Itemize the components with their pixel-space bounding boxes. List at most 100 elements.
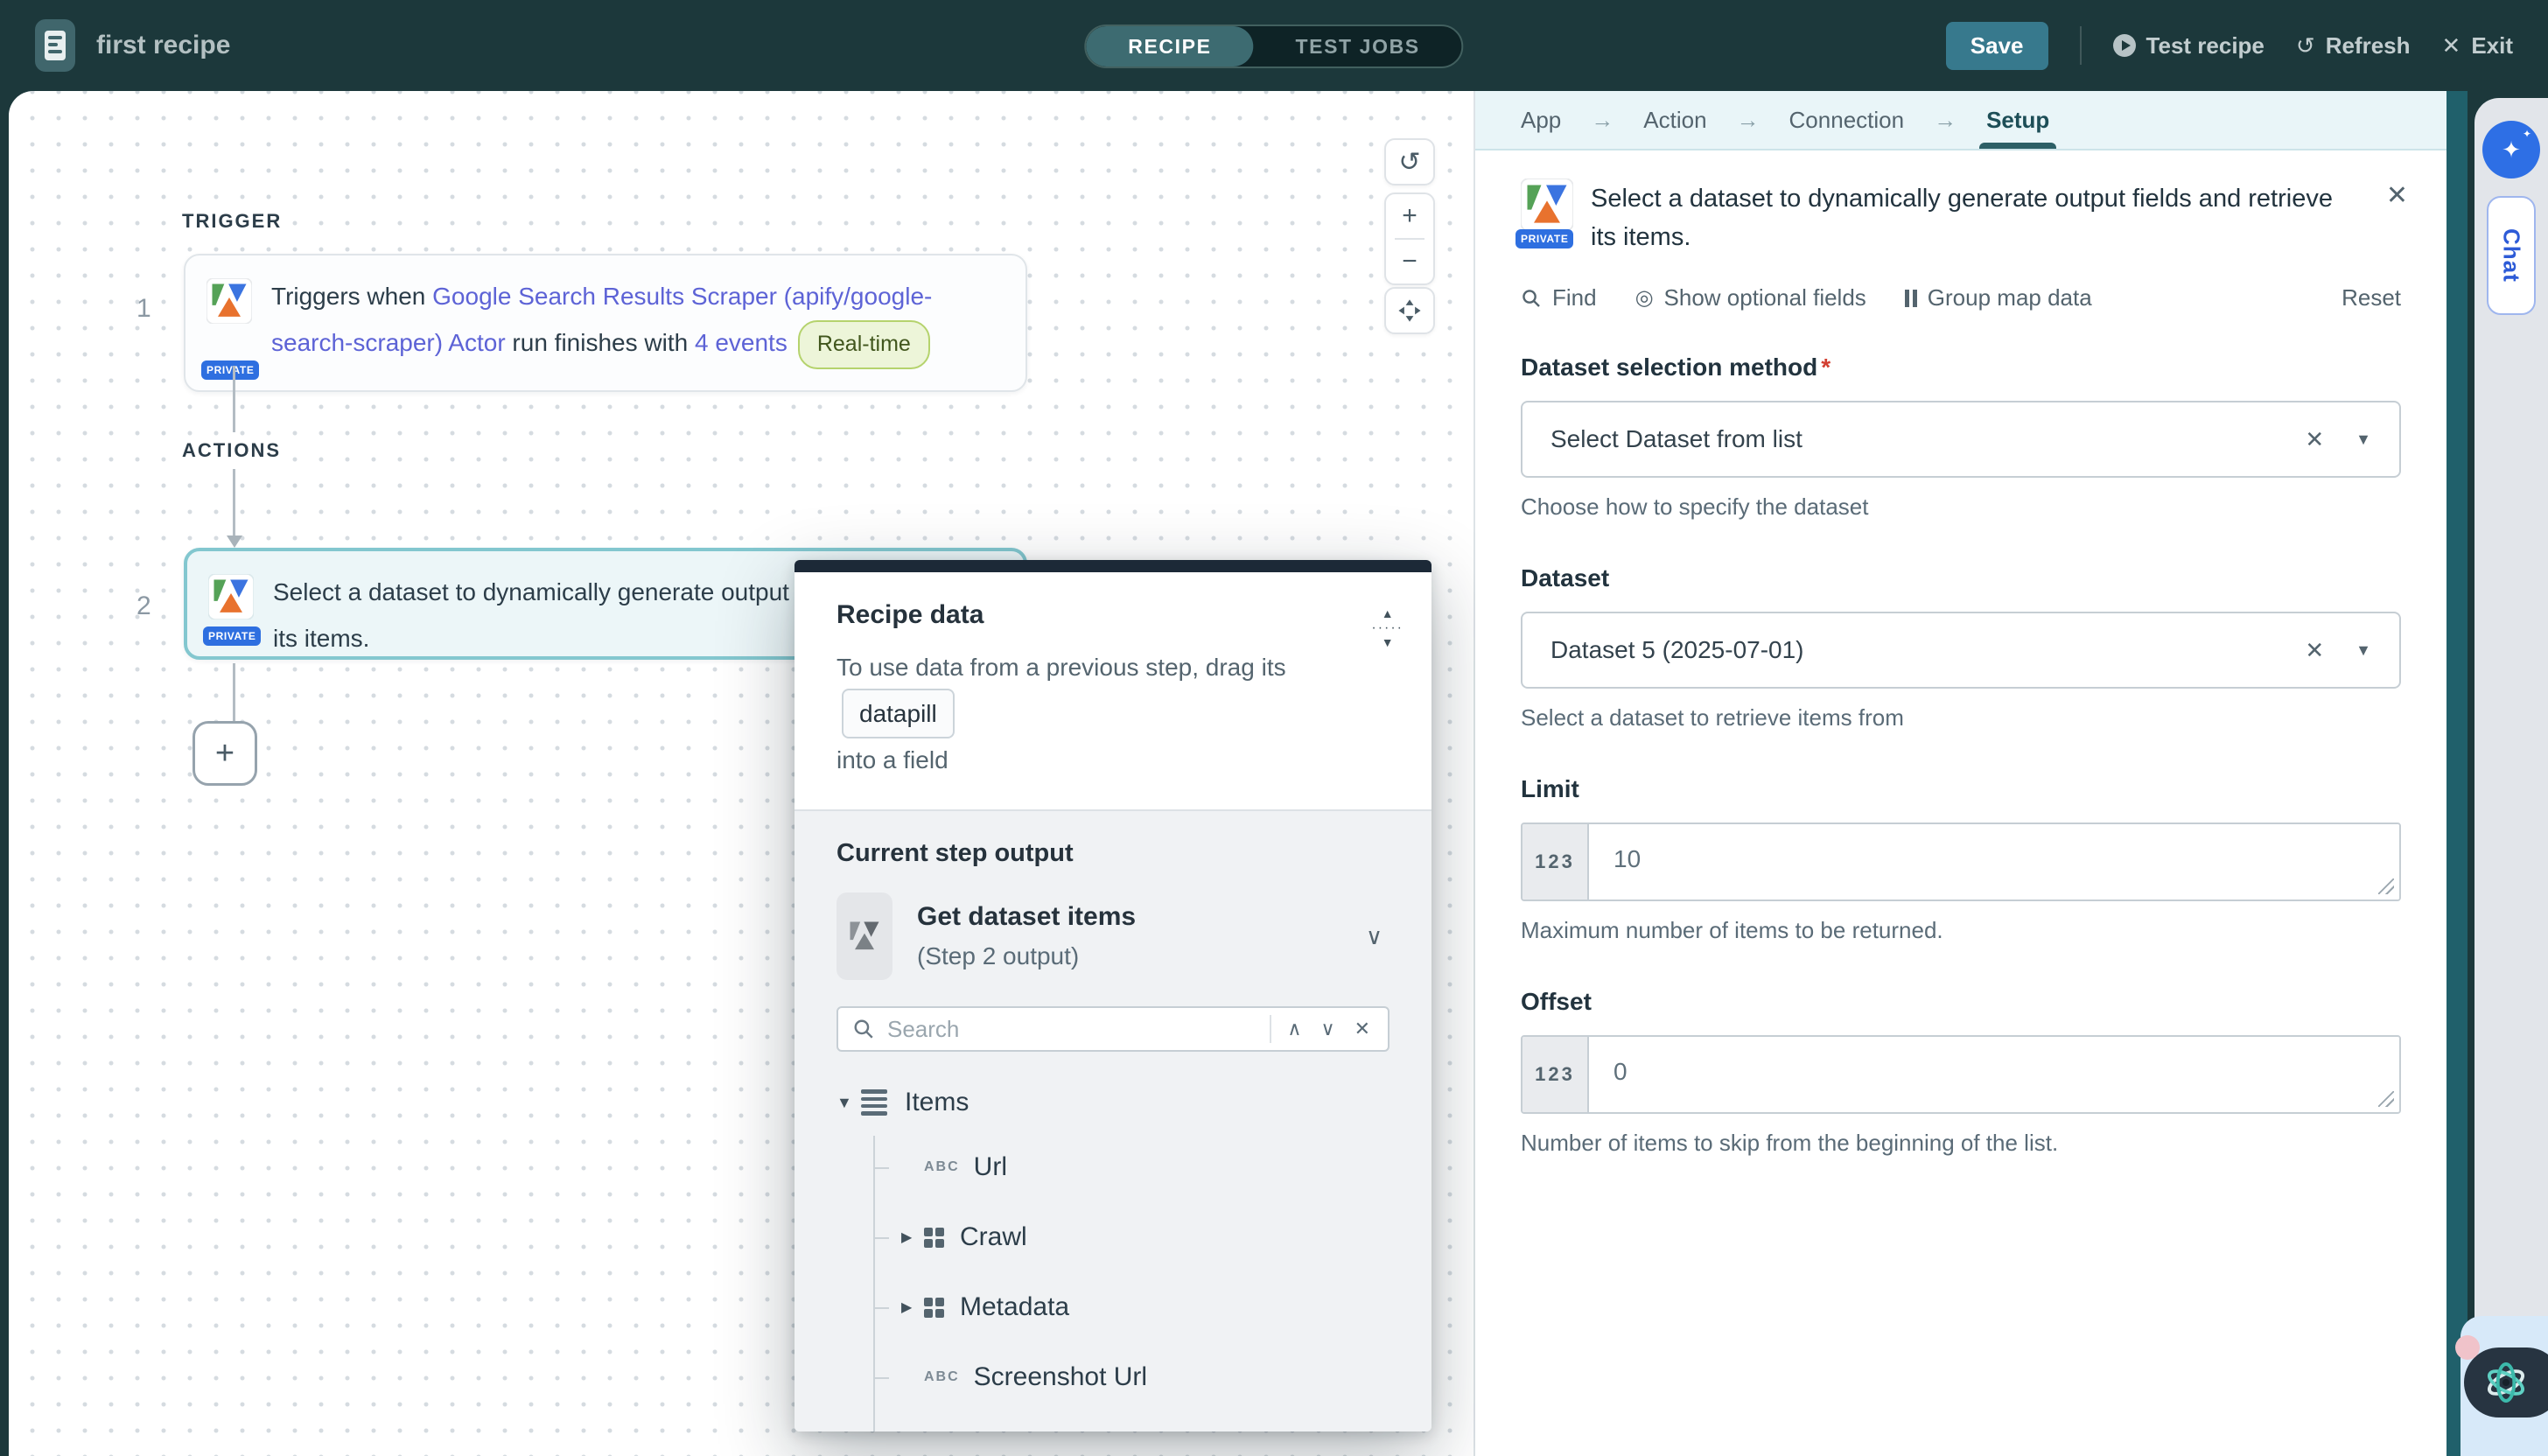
step-output-texts: Get dataset items (Step 2 output)	[917, 902, 1366, 970]
datapill-chip: datapill	[842, 689, 955, 738]
breadcrumb-action[interactable]: Action	[1643, 91, 1706, 149]
exit-button[interactable]: ✕ Exit	[2442, 32, 2513, 60]
field-help: Select a dataset to retrieve items from	[1521, 704, 2401, 732]
select-value: Select Dataset from list	[1550, 425, 2305, 453]
reset-button[interactable]: Reset	[2342, 284, 2401, 312]
atom-icon	[2480, 1356, 2532, 1409]
app-root: first recipe RECIPE TEST JOBS Save Test …	[0, 0, 2548, 1456]
ai-assistant-button[interactable]: ✦ ✦	[2482, 121, 2540, 178]
find-button[interactable]: Find	[1521, 284, 1597, 312]
breadcrumb-setup[interactable]: Setup	[1986, 91, 2049, 149]
offset-input-group: 123 0	[1521, 1035, 2401, 1114]
plus-icon: +	[215, 735, 234, 773]
connector-line	[233, 663, 235, 721]
dataset-selection-method-select[interactable]: Select Dataset from list ✕ ▼	[1521, 401, 2401, 478]
topbar-divider	[2080, 26, 2082, 65]
dropdown-caret-icon[interactable]: ▼	[2356, 641, 2371, 660]
step-output-row[interactable]: Get dataset items (Step 2 output) ∨	[836, 892, 1390, 980]
datapill-search: ∧ ∨ ✕	[836, 1006, 1390, 1052]
dropdown-caret-icon[interactable]: ▼	[2356, 430, 2371, 449]
realtime-badge: Real-time	[798, 320, 930, 369]
trigger-step-card[interactable]: PRIVATE Triggers when Google Search Resu…	[184, 254, 1027, 392]
tab-test-jobs[interactable]: TEST JOBS	[1254, 26, 1462, 66]
trigger-section-label: TRIGGER	[177, 206, 287, 236]
caret-down-icon[interactable]: ▼	[836, 1094, 861, 1112]
dataset-select[interactable]: Dataset 5 (2025-07-01) ✕ ▼	[1521, 612, 2401, 689]
chat-tab-button[interactable]: Chat	[2487, 196, 2536, 315]
tab-recipe[interactable]: RECIPE	[1086, 26, 1253, 66]
tree-item-items[interactable]: ▼ Items	[836, 1073, 1390, 1132]
search-prev-button[interactable]: ∧	[1284, 1018, 1305, 1040]
limit-input[interactable]: 10	[1589, 824, 2399, 900]
panel-header: PRIVATE Select a dataset to dynamically …	[1475, 150, 2446, 270]
limit-input-group: 123 10	[1521, 822, 2401, 901]
reset-view-button[interactable]: ↺	[1386, 140, 1433, 184]
offset-input[interactable]: 0	[1589, 1037, 2399, 1112]
breadcrumb-app[interactable]: App	[1521, 91, 1561, 149]
group-map-icon	[1905, 290, 1917, 307]
tree-item-metadata[interactable]: ▶ Metadata	[836, 1272, 1390, 1342]
test-recipe-button[interactable]: Test recipe	[2113, 32, 2264, 60]
close-icon[interactable]: ✕	[2386, 180, 2408, 211]
chevron-down-icon[interactable]: ∨	[1366, 923, 1382, 950]
add-step-button[interactable]: +	[192, 721, 257, 786]
assistant-pill-button[interactable]	[2464, 1348, 2548, 1418]
tree-item-text[interactable]: ABC Text	[836, 1412, 1390, 1432]
show-optional-fields-button[interactable]: ◎ Show optional fields	[1635, 284, 1866, 312]
caret-right-icon[interactable]: ▶	[901, 1228, 924, 1246]
connector-line	[233, 366, 235, 432]
popup-drag-bar[interactable]	[794, 560, 1432, 572]
breadcrumb-connection[interactable]: Connection	[1789, 91, 1905, 149]
config-form: Dataset selection method* Select Dataset…	[1475, 336, 2446, 1218]
zoom-out-button[interactable]: −	[1386, 240, 1433, 284]
tree-item-crawl[interactable]: ▶ Crawl	[836, 1202, 1390, 1272]
group-map-data-button[interactable]: Group map data	[1905, 284, 2092, 312]
refresh-label: Refresh	[2326, 32, 2411, 60]
exit-label: Exit	[2471, 32, 2513, 60]
clear-icon[interactable]: ✕	[2305, 637, 2324, 664]
search-next-button[interactable]: ∨	[1317, 1018, 1338, 1040]
pan-fit-button[interactable]	[1386, 289, 1433, 332]
apify-app-icon: PRIVATE	[208, 574, 254, 635]
play-icon	[2113, 34, 2136, 57]
show-optional-label: Show optional fields	[1664, 284, 1866, 312]
popup-description: To use data from a previous step, drag i…	[836, 646, 1390, 781]
top-bar: first recipe RECIPE TEST JOBS Save Test …	[0, 0, 2548, 91]
refresh-button[interactable]: ↺ Refresh	[2296, 32, 2411, 60]
private-badge: PRIVATE	[1516, 229, 1573, 248]
field-help: Number of items to skip from the beginni…	[1521, 1130, 2401, 1157]
recipe-data-popup: Recipe data ▲·····▼ To use data from a p…	[794, 560, 1432, 1432]
tree-item-url[interactable]: ABC Url	[836, 1132, 1390, 1202]
clear-icon[interactable]: ✕	[2305, 426, 2324, 453]
list-icon	[861, 1089, 887, 1116]
actions-section-label: ACTIONS	[177, 436, 286, 466]
search-input[interactable]	[887, 1016, 1257, 1043]
drag-handle-icon[interactable]: ▲·····▼	[1371, 607, 1404, 649]
test-recipe-label: Test recipe	[2146, 32, 2264, 60]
number-type-icon: 123	[1522, 1037, 1589, 1112]
step-config-panel: App → Action → Connection → Setup PRIVAT…	[1475, 91, 2446, 1456]
pan-icon	[1395, 296, 1424, 326]
events-link[interactable]: 4 events	[695, 329, 788, 356]
resize-handle[interactable]	[2378, 1091, 2394, 1107]
panel-toolbar: Find ◎ Show optional fields Group map da…	[1475, 270, 2446, 336]
select-value: Dataset 5 (2025-07-01)	[1550, 636, 2305, 664]
resize-handle[interactable]	[2378, 878, 2394, 894]
step-output-subtitle: (Step 2 output)	[917, 942, 1366, 970]
sparkle-icon: ✦	[2502, 136, 2521, 164]
required-asterisk: *	[1821, 354, 1830, 381]
search-clear-button[interactable]: ✕	[1351, 1018, 1374, 1040]
assistant-overlay	[2460, 1316, 2548, 1456]
panel-scrollbar[interactable]	[2446, 91, 2468, 1456]
group-map-label: Group map data	[1928, 284, 2092, 312]
caret-right-icon[interactable]: ▶	[901, 1298, 924, 1316]
datapill-tree: ▼ Items ABC Url ▶ Crawl	[836, 1073, 1390, 1432]
zoom-in-button[interactable]: +	[1386, 194, 1433, 238]
refresh-icon: ↺	[2296, 32, 2315, 60]
step-2-number: 2	[136, 592, 151, 621]
field-offset: Offset 123 0 Number of items to skip fro…	[1521, 988, 2401, 1157]
config-breadcrumb: App → Action → Connection → Setup	[1475, 91, 2446, 150]
save-button[interactable]: Save	[1946, 22, 2048, 70]
tree-item-screenshot-url[interactable]: ABC Screenshot Url	[836, 1342, 1390, 1412]
tree-item-label: Items	[905, 1088, 969, 1117]
